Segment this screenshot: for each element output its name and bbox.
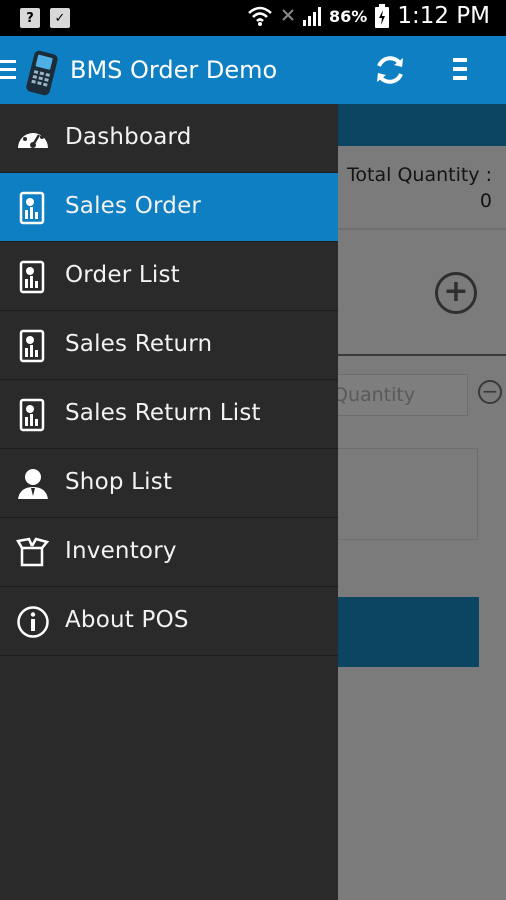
user-icon bbox=[18, 469, 48, 499]
remove-item-icon[interactable]: − bbox=[478, 380, 502, 404]
submit-button[interactable] bbox=[338, 597, 479, 667]
drawer-item-about-pos[interactable]: About POS bbox=[0, 587, 338, 656]
drawer-item-sales-return-list[interactable]: Sales Return List bbox=[0, 380, 338, 449]
drawer-item-label: Sales Return List bbox=[65, 400, 261, 426]
app-title: BMS Order Demo bbox=[70, 56, 278, 84]
help-icon: ? bbox=[20, 8, 40, 28]
drawer-item-label: Inventory bbox=[65, 538, 177, 564]
divider bbox=[338, 228, 506, 230]
drawer-item-order-list[interactable]: Order List bbox=[0, 242, 338, 311]
app-bar: BMS Order Demo bbox=[0, 36, 506, 104]
drawer-item-label: Sales Order bbox=[65, 193, 202, 219]
dashboard-icon bbox=[18, 129, 48, 148]
report-icon bbox=[19, 191, 45, 225]
quantity-input[interactable]: Quantity bbox=[338, 374, 468, 416]
info-icon bbox=[17, 606, 49, 638]
total-quantity-value: 0 bbox=[479, 190, 492, 212]
drawer-item-sales-return[interactable]: Sales Return bbox=[0, 311, 338, 380]
drawer-toggle-icon[interactable] bbox=[0, 60, 16, 80]
drawer-item-label: Shop List bbox=[65, 469, 173, 495]
briefcase-icon: ✓ bbox=[50, 8, 70, 28]
header-strip bbox=[338, 104, 506, 146]
drawer-item-label: About POS bbox=[65, 607, 189, 633]
drawer-item-shop-list[interactable]: Shop List bbox=[0, 449, 338, 518]
box-icon bbox=[16, 537, 50, 567]
clock: 1:12 PM bbox=[397, 3, 490, 29]
navigation-drawer: Dashboard Sales Order Order List Sales R… bbox=[0, 104, 338, 900]
battery-charging-icon bbox=[375, 4, 390, 28]
main-content-dimmed: Total Quantity : 0 + Quantity − bbox=[338, 104, 506, 900]
drawer-item-label: Dashboard bbox=[65, 124, 192, 150]
drawer-item-sales-order[interactable]: Sales Order bbox=[0, 173, 338, 242]
pos-terminal-logo bbox=[26, 50, 58, 96]
battery-percent: 86% bbox=[329, 6, 368, 26]
total-quantity-label: Total Quantity : bbox=[347, 164, 492, 186]
status-bar: ? ✓ 86% 1:12 PM bbox=[0, 0, 506, 36]
report-icon bbox=[19, 398, 45, 432]
report-icon bbox=[19, 260, 45, 294]
wifi-icon bbox=[248, 6, 272, 26]
drawer-item-dashboard[interactable]: Dashboard bbox=[0, 104, 338, 173]
refresh-icon[interactable] bbox=[372, 52, 408, 88]
signal-icon bbox=[303, 6, 322, 26]
drawer-item-label: Sales Return bbox=[65, 331, 213, 357]
drawer-item-inventory[interactable]: Inventory bbox=[0, 518, 338, 587]
add-item-icon[interactable]: + bbox=[435, 272, 477, 314]
notes-box[interactable] bbox=[338, 448, 478, 540]
divider bbox=[338, 354, 506, 356]
no-signal-icon bbox=[282, 9, 294, 21]
drawer-item-label: Order List bbox=[65, 262, 180, 288]
report-icon bbox=[19, 329, 45, 363]
overflow-menu-icon[interactable] bbox=[453, 58, 473, 82]
